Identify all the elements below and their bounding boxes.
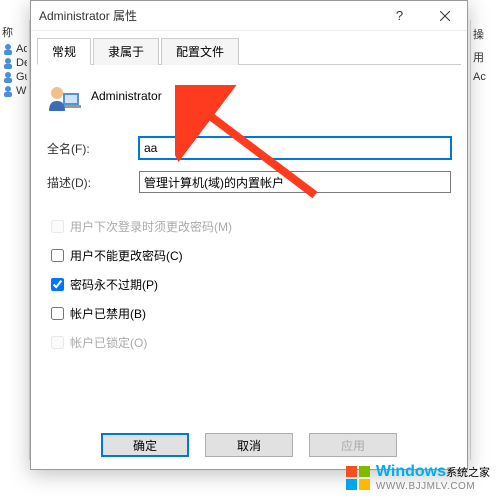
help-button[interactable]: ? — [377, 1, 422, 31]
check-must-change-box — [51, 220, 64, 233]
tab-general[interactable]: 常规 — [37, 38, 91, 65]
checkboxes: 用户下次登录时须更改密码(M) 用户不能更改密码(C) 密码永不过期(P) 帐户… — [47, 217, 451, 352]
cancel-button[interactable]: 取消 — [205, 433, 293, 457]
user-header: Administrator — [47, 79, 451, 113]
apply-button[interactable]: 应用 — [309, 433, 397, 457]
watermark: Windows系统之家 WWW.BJJMLV.COM — [344, 463, 490, 492]
check-account-disabled-box[interactable] — [51, 307, 64, 320]
watermark-url: WWW.BJJMLV.COM — [376, 481, 490, 492]
dialog-title: Administrator 属性 — [39, 7, 377, 24]
check-cannot-change-label: 用户不能更改密码(C) — [70, 247, 183, 264]
user-name: Administrator — [91, 89, 162, 103]
bg-sidebar-item: Gues — [2, 70, 27, 84]
watermark-brand: Windows — [376, 463, 446, 480]
check-cannot-change[interactable]: 用户不能更改密码(C) — [47, 246, 451, 265]
close-button[interactable] — [422, 1, 467, 31]
tabs: 常规 隶属于 配置文件 — [37, 37, 461, 65]
check-cannot-change-box[interactable] — [51, 249, 64, 262]
background-sidebar: 称 Admini Defa Gues WDA — [0, 20, 30, 460]
check-must-change-label: 用户下次登录时须更改密码(M) — [70, 218, 232, 235]
check-never-expire[interactable]: 密码永不过期(P) — [47, 275, 451, 294]
properties-dialog: Administrator 属性 ? 常规 隶属于 配置文件 Administr… — [30, 0, 468, 470]
bg-sidebar-item: Defa — [2, 56, 27, 70]
user-icon — [47, 79, 81, 113]
check-account-disabled-label: 帐户已禁用(B) — [70, 305, 146, 322]
bg-sidebar-header: 称 — [2, 22, 27, 42]
ok-button[interactable]: 确定 — [101, 433, 189, 457]
fullname-field: 全名(F): — [47, 137, 451, 159]
watermark-suffix: 系统之家 — [446, 467, 490, 479]
check-account-disabled[interactable]: 帐户已禁用(B) — [47, 304, 451, 323]
check-must-change: 用户下次登录时须更改密码(M) — [47, 217, 451, 236]
tab-content: Administrator 全名(F): 描述(D): 用户下次登录时须更改密码… — [31, 65, 467, 376]
check-locked-out-box — [51, 336, 64, 349]
titlebar: Administrator 属性 ? — [31, 1, 467, 31]
close-icon — [440, 11, 450, 21]
dialog-buttons: 确定 取消 应用 — [31, 433, 467, 457]
bg-sidebar-item: Admini — [2, 42, 27, 56]
bg-right-item: Ac — [473, 70, 498, 84]
check-locked-out-label: 帐户已锁定(O) — [70, 334, 147, 351]
fullname-input[interactable] — [139, 137, 451, 159]
description-label: 描述(D): — [47, 174, 139, 191]
check-never-expire-box[interactable] — [51, 278, 64, 291]
background-right-panel: 操 用 Ac — [470, 20, 500, 460]
windows-logo-icon — [344, 464, 372, 492]
bg-sidebar-item: WDA — [2, 84, 27, 98]
bg-right-header: 操 — [473, 24, 498, 44]
description-field: 描述(D): — [47, 171, 451, 193]
check-never-expire-label: 密码永不过期(P) — [70, 276, 158, 293]
check-locked-out: 帐户已锁定(O) — [47, 333, 451, 352]
fullname-label: 全名(F): — [47, 140, 139, 157]
tab-member-of[interactable]: 隶属于 — [93, 38, 159, 65]
tab-profile[interactable]: 配置文件 — [161, 38, 239, 65]
bg-right-sub: 用 — [473, 48, 498, 66]
description-input[interactable] — [139, 171, 451, 193]
